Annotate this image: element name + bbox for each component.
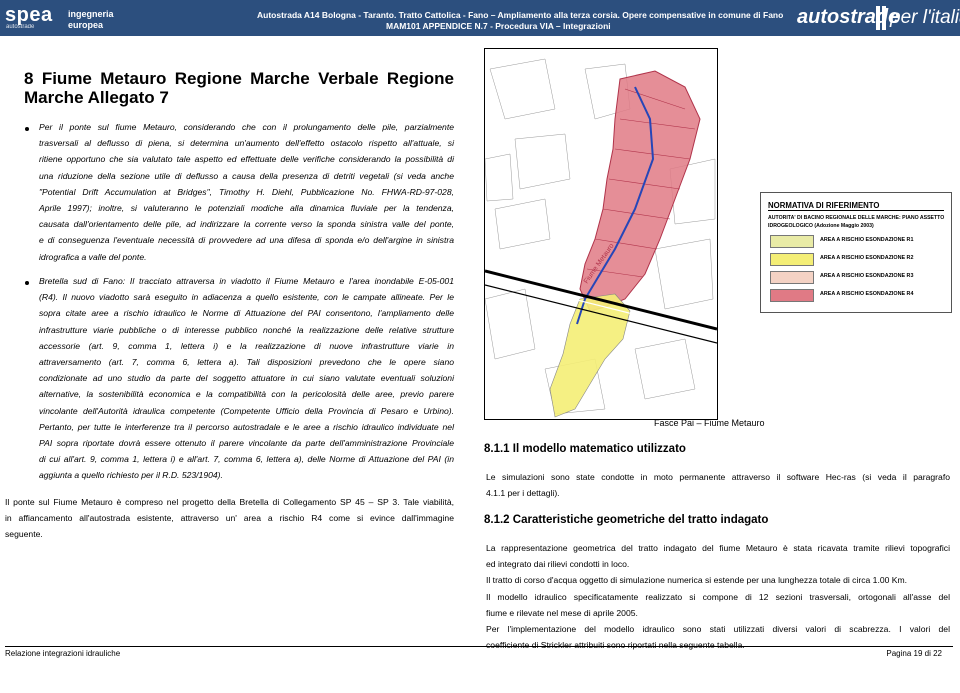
bullet-dot — [25, 281, 29, 285]
text-line: Il tratto di corso d'acqua oggetto di si… — [486, 575, 908, 586]
text-line: idrografica a valle del ponte. — [39, 251, 147, 262]
text-line: La rappresentazione geometrica del tratt… — [486, 543, 950, 553]
legend-title: NORMATIVA DI RIFERIMENTO — [768, 201, 880, 210]
r2-risk-zone — [549, 293, 631, 418]
text-line: 4.1.1 per i dettagli). — [486, 488, 560, 499]
section-title: 8 Fiume Metauro Regione Marche Verbale R… — [24, 69, 454, 107]
text-line: Il modello idraulico specificatamente re… — [486, 591, 950, 602]
section-title-line2: Marche Allegato 7 — [24, 88, 169, 107]
autostrade-logo-bars-icon — [874, 6, 888, 30]
text-line: Per il ponte sul fiume Metauro, consider… — [39, 122, 454, 132]
text-line: Pertanto, per tutte le interferenze tra … — [39, 421, 454, 432]
legend-subtitle-2: IDROGEOLOGICO (Adozione Maggio 2003) — [768, 223, 874, 229]
legend-swatch — [770, 235, 814, 248]
bridge-paragraph: Il ponte sul Fiume Metauro è compreso ne… — [5, 494, 454, 543]
text-line: causata dall'orientamento delle pile, ad… — [39, 219, 454, 230]
text-line: ed integrato dai rilievi condotti in loc… — [486, 559, 630, 570]
ingegneria-europea-logo: ingegneria europea — [68, 9, 114, 31]
text-line: Per l'implementazione del modello idraul… — [486, 624, 950, 635]
text-line: PAI sopra riportate dovrà essere ottenut… — [39, 438, 454, 449]
text-line: attraversamento (art. 7, comma 6, letter… — [39, 357, 454, 368]
text-line: e di conseguenza l'eventuale necessità d… — [39, 235, 454, 246]
text-line: infrastrutture viarie pubbliche o di int… — [39, 324, 454, 335]
paragraph-8-1-2: La rappresentazione geometrica del tratt… — [486, 540, 950, 653]
pai-risk-map: Fiume Metauro — [484, 48, 718, 420]
text-line: fiume e rilevate nel mese di aprile 2005… — [486, 607, 638, 618]
legend-swatch — [770, 253, 814, 266]
text-line: alternative, la sostenibilità economica … — [39, 389, 454, 400]
header-title-line1: Autostrada A14 Bologna - Taranto. Tratto… — [257, 10, 784, 20]
text-line: di cui all'art. 9, comma 1, lettera i) e… — [39, 454, 454, 465]
logo-ing-line2: europea — [68, 20, 104, 30]
text-line: Le simulazioni sono state condotte in mo… — [486, 472, 950, 482]
r4-risk-zone — [579, 70, 701, 312]
bullet2-paragraph: Bretella sud di Fano: Il tracciato attra… — [39, 273, 454, 484]
page-number: Pagina 19 di 22 — [886, 649, 942, 658]
text-line: Aprile 1997); inoltre, si valuteranno le… — [39, 203, 454, 214]
paragraph-8-1-1: Le simulazioni sono state condotte in mo… — [486, 469, 950, 501]
text-line: trasversali al deflusso di piena, si det… — [39, 138, 454, 149]
legend-label: AREA A RISCHIO ESONDAZIONE R4 — [820, 291, 914, 297]
legend-swatch — [770, 271, 814, 284]
footer-left: Relazione integrazioni idrauliche — [5, 649, 121, 658]
header-title-line2: MAM101 APPENDICE N.7 - Procedura VIA – I… — [386, 21, 611, 31]
text-line: ritiene opportuno che sia valutato tale … — [39, 154, 454, 165]
legend-swatch — [770, 289, 814, 302]
heading-8-1-2: 8.1.2 Caratteristiche geometriche del tr… — [484, 514, 769, 526]
footer-divider — [5, 646, 953, 647]
legend-label: AREA A RISCHIO ESONDAZIONE R2 — [820, 255, 914, 261]
autostrade-logo-tagline: per l'italia — [890, 7, 960, 28]
map-legend: NORMATIVA DI RIFERIMENTO AUTORITA' DI BA… — [760, 192, 952, 313]
text-line: sopra citate aree a rischio idraulico le… — [39, 308, 454, 319]
bullet-dot — [25, 127, 29, 131]
legend-subtitle-1: AUTORITA' DI BACINO REGIONALE DELLE MARC… — [768, 215, 945, 221]
page-header: spea autostrade ingegneria europea Autos… — [0, 0, 960, 36]
logo-ing-line1: ingegneria — [68, 9, 114, 19]
text-line: Il ponte sul Fiume Metauro è compreso ne… — [5, 497, 454, 507]
text-line: Bretella sud di Fano: Il tracciato attra… — [39, 276, 454, 286]
legend-label: AREA A RISCHIO ESONDAZIONE R3 — [820, 273, 914, 279]
bullet1-paragraph: Per il ponte sul fiume Metauro, consider… — [39, 119, 454, 265]
legend-label: AREA A RISCHIO ESONDAZIONE R1 — [820, 237, 914, 243]
text-line: in affiancamento all'autostrada esistent… — [5, 513, 454, 524]
text-line: seguente. — [5, 529, 43, 540]
text-line: "Potential Drift Accumulation at Bridges… — [39, 186, 454, 197]
spea-logo-subtitle: autostrade — [6, 24, 35, 30]
section-title-line1: 8 Fiume Metauro Regione Marche Verbale R… — [24, 69, 454, 88]
text-line: condizionate ad uno studio da parte del … — [39, 373, 454, 384]
text-line: (R4). Il nuovo viadotto sarà eseguito in… — [39, 292, 454, 303]
map-drawing: Fiume Metauro — [484, 58, 718, 418]
legend-divider — [768, 210, 944, 211]
figure-caption: Fasce Pai – Fiume Metauro — [654, 418, 765, 428]
text-line: accessorie (art. 9, comma 1, lettera i) … — [39, 340, 454, 351]
text-line: aggiunta a quello richiesto per il R.D. … — [39, 470, 223, 481]
text-line: vincolante dell'Autorità idraulica compe… — [39, 405, 454, 416]
text-line: una riduzione della sezione utile di def… — [39, 170, 454, 181]
heading-8-1-1: 8.1.1 Il modello matematico utilizzato — [484, 443, 686, 455]
